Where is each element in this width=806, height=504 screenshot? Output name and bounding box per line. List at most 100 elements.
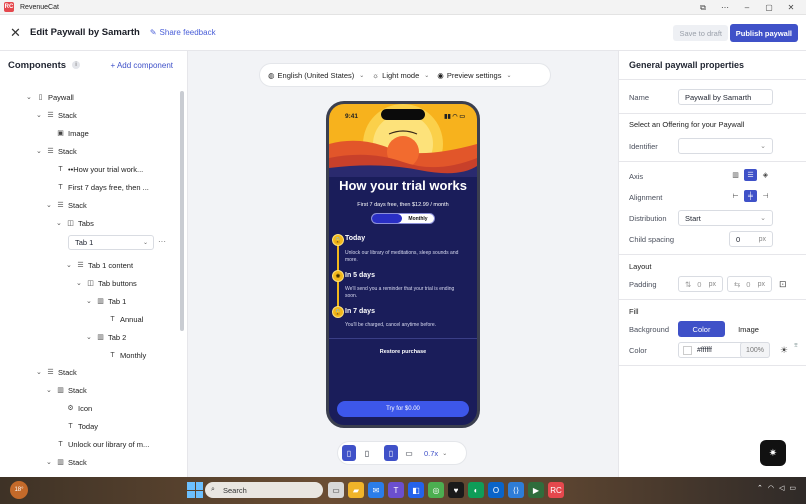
phone-device-icon[interactable]: ▯ bbox=[342, 445, 356, 461]
publish-paywall-button[interactable]: Publish paywall bbox=[729, 24, 798, 42]
padding-horizontal-input[interactable]: ⇆ 0 px bbox=[727, 276, 772, 292]
chevron-down-icon[interactable]: ⌄ bbox=[36, 147, 46, 155]
background-color-tab[interactable]: Color bbox=[678, 321, 725, 337]
store-icon[interactable]: ◧ bbox=[408, 482, 424, 498]
whatsapp-icon[interactable]: ◎ bbox=[428, 482, 444, 498]
color-swatch[interactable] bbox=[683, 345, 692, 355]
toggle-monthly-segment[interactable]: Monthly bbox=[402, 214, 434, 223]
axis-vertical-icon[interactable]: ☰ bbox=[744, 169, 757, 181]
vscode-icon[interactable]: ⟨⟩ bbox=[508, 482, 524, 498]
portrait-orientation-icon[interactable]: ▯ bbox=[384, 445, 398, 461]
name-input[interactable]: Paywall by Samarth bbox=[678, 89, 773, 105]
opacity-input[interactable]: 100% bbox=[740, 342, 770, 358]
text-icon: T bbox=[110, 315, 115, 323]
close-window-button[interactable]: ✕ bbox=[780, 3, 802, 12]
tree-item-text[interactable]: T First 7 days free, then ... bbox=[56, 178, 149, 196]
weather-widget[interactable]: 18° bbox=[10, 481, 28, 499]
tree-item-tab-content[interactable]: ⌄ ☰ Tab 1 content bbox=[66, 256, 133, 274]
battery-icon[interactable]: ▭ bbox=[789, 484, 796, 492]
chevron-down-icon[interactable]: ⌄ bbox=[56, 219, 66, 227]
restore-purchase-link[interactable]: Restore purchase bbox=[329, 349, 477, 355]
tree-item-text[interactable]: T Monthly bbox=[108, 346, 146, 364]
tree-item-stack[interactable]: ⌄ ☰ Stack bbox=[36, 106, 77, 124]
tree-item-icon[interactable]: ⚙ Icon bbox=[66, 399, 92, 417]
theme-select[interactable]: ☼ Light mode ⌄ bbox=[372, 71, 429, 80]
favorites-icon[interactable]: ♥ bbox=[448, 482, 464, 498]
zoom-select[interactable]: 0.7x ⌄ bbox=[424, 449, 447, 458]
identifier-select[interactable]: ⌄ bbox=[678, 138, 773, 154]
chevron-down-icon[interactable]: ⌄ bbox=[26, 93, 36, 101]
align-left-icon[interactable]: ⊢ bbox=[729, 190, 742, 202]
teams-icon[interactable]: T bbox=[388, 482, 404, 498]
chevron-down-icon[interactable]: ⌄ bbox=[46, 201, 56, 209]
locale-select[interactable]: ◍ English (United States) ⌄ bbox=[268, 71, 364, 80]
axis-horizontal-icon[interactable]: ▥ bbox=[729, 169, 742, 181]
collapse-panel-icon[interactable]: ⌆ bbox=[793, 341, 799, 349]
help-bot-button[interactable]: ✷ bbox=[760, 440, 786, 466]
wifi-icon[interactable]: ◠ bbox=[768, 484, 774, 492]
cta-button[interactable]: Try for $0.00 bbox=[337, 401, 469, 417]
task-view-icon[interactable]: ▭ bbox=[328, 482, 344, 498]
tree-item-stack[interactable]: ⌄ ▥ Stack bbox=[46, 453, 87, 471]
tree-item-tab-buttons[interactable]: ⌄ ◫ Tab buttons bbox=[76, 274, 137, 292]
info-icon[interactable]: i bbox=[72, 61, 81, 69]
chevron-down-icon[interactable]: ⌄ bbox=[66, 261, 76, 269]
save-draft-button[interactable]: Save to draft bbox=[673, 25, 728, 41]
minimize-button[interactable]: – bbox=[736, 3, 758, 12]
volume-icon[interactable]: ◁ bbox=[779, 484, 784, 492]
tree-item-text[interactable]: T Annual bbox=[108, 310, 143, 328]
tab-select-dropdown[interactable]: Tab 1 ⌄ bbox=[68, 235, 154, 250]
child-spacing-input[interactable]: 0 px bbox=[729, 231, 773, 247]
chevron-down-icon[interactable]: ⌄ bbox=[76, 279, 86, 287]
edge-icon[interactable]: ◐ bbox=[468, 482, 484, 498]
phone-icon: ▯ bbox=[38, 94, 43, 101]
revenuecat-taskbar-icon[interactable]: RC bbox=[548, 482, 564, 498]
tree-item-stack[interactable]: ⌄ ☰ Stack bbox=[46, 196, 87, 214]
add-component-button[interactable]: + Add component bbox=[111, 61, 174, 70]
landscape-orientation-icon[interactable]: ▭ bbox=[402, 445, 416, 461]
distribution-select[interactable]: Start ⌄ bbox=[678, 210, 773, 226]
padding-expand-icon[interactable]: ⊡ bbox=[779, 279, 787, 290]
tree-item-paywall[interactable]: ⌄ ▯ Paywall bbox=[26, 88, 74, 106]
tablet-device-icon[interactable]: ▯ bbox=[360, 445, 374, 461]
tree-item-stack[interactable]: ⌄ ▥ Stack bbox=[46, 381, 87, 399]
tree-item-text[interactable]: T Today bbox=[66, 417, 98, 435]
mail-icon[interactable]: ✉ bbox=[368, 482, 384, 498]
preview-settings-select[interactable]: ◉ Preview settings ⌄ bbox=[437, 71, 511, 80]
chevron-down-icon[interactable]: ⌄ bbox=[86, 333, 96, 341]
tree-item-tabs[interactable]: ⌄ ◫ Tabs bbox=[56, 214, 94, 232]
tree-item-stack[interactable]: ⌄ ☰ Stack bbox=[36, 142, 77, 160]
sun-icon[interactable]: ☀ bbox=[780, 345, 788, 356]
tree-item-text[interactable]: T ••How your trial work... bbox=[56, 160, 143, 178]
windows-start-icon[interactable] bbox=[187, 482, 203, 498]
align-right-icon[interactable]: ⊣ bbox=[759, 190, 772, 202]
align-center-icon[interactable]: ╪ bbox=[744, 190, 757, 202]
chevron-down-icon[interactable]: ⌄ bbox=[46, 458, 56, 466]
share-feedback-link[interactable]: ✎ Share feedback bbox=[150, 28, 216, 37]
more-icon[interactable]: ⋯ bbox=[714, 3, 736, 12]
chevron-down-icon[interactable]: ⌄ bbox=[46, 386, 56, 394]
chevron-down-icon[interactable]: ⌄ bbox=[36, 368, 46, 376]
plan-toggle[interactable]: Monthly bbox=[371, 213, 435, 224]
axis-layers-icon[interactable]: ◈ bbox=[759, 169, 772, 181]
maximize-button[interactable]: ▢ bbox=[758, 3, 780, 12]
padding-vertical-input[interactable]: ⇅ 0 px bbox=[678, 276, 723, 292]
taskbar-search[interactable]: ⌕ Search bbox=[205, 482, 323, 498]
outlook-icon[interactable]: O bbox=[488, 482, 504, 498]
toggle-annual-segment[interactable] bbox=[372, 214, 402, 223]
chevron-down-icon[interactable]: ⌄ bbox=[86, 297, 96, 305]
background-image-tab[interactable]: Image bbox=[725, 321, 772, 337]
tree-item-stack[interactable]: ⌄ ☰ Stack bbox=[36, 363, 77, 381]
extension-icon[interactable]: ⧉ bbox=[692, 3, 714, 13]
tree-item-image[interactable]: ▣ Image bbox=[56, 124, 89, 142]
tree-item-tab[interactable]: ⌄ ▥ Tab 2 bbox=[86, 328, 126, 346]
file-explorer-icon[interactable]: ▰ bbox=[348, 482, 364, 498]
tree-item-text[interactable]: T Unlock our library of m... bbox=[56, 435, 149, 453]
chevron-up-icon[interactable]: ⌃ bbox=[757, 484, 763, 492]
more-options-icon[interactable]: ··· bbox=[158, 237, 166, 246]
chevron-down-icon[interactable]: ⌄ bbox=[36, 111, 46, 119]
components-scrollbar[interactable] bbox=[180, 91, 184, 331]
tree-item-tab[interactable]: ⌄ ▥ Tab 1 bbox=[86, 292, 126, 310]
terminal-icon[interactable]: ▶ bbox=[528, 482, 544, 498]
close-editor-icon[interactable]: ✕ bbox=[10, 25, 24, 41]
